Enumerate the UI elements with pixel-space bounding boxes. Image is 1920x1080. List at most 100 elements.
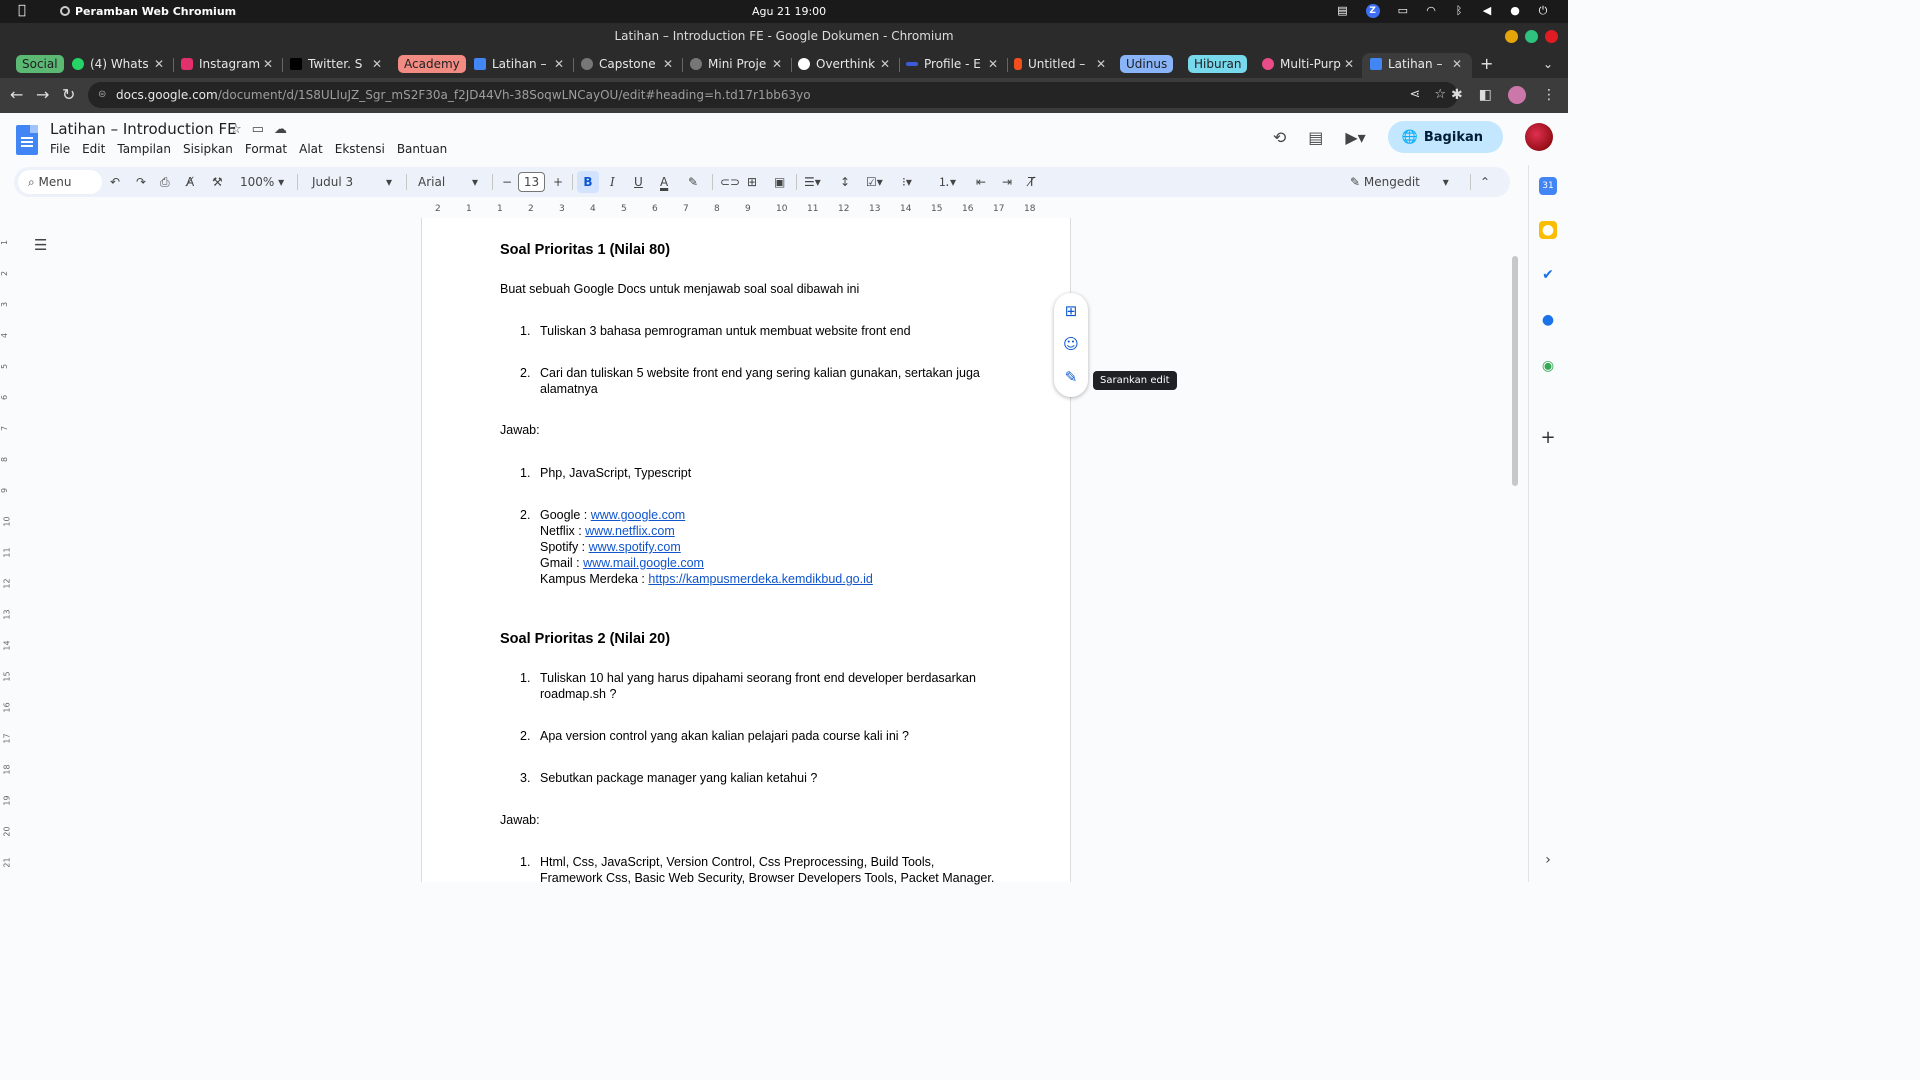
increase-indent-icon[interactable]: ⇥ [1002,167,1012,197]
keep-icon[interactable]: ● [1539,221,1557,239]
site-link[interactable]: https://kampusmerdeka.kemdikbud.go.id [648,572,872,586]
paint-format-icon[interactable]: ⚒ [212,167,223,197]
menu-help[interactable]: Bantuan [397,142,447,156]
site-link[interactable]: www.spotify.com [589,540,681,554]
zoom-icon[interactable]: Z [1365,4,1380,18]
horizontal-ruler[interactable]: 2 1 1 2 3 4 5 6 7 8 9 10 11 12 13 14 15 16 17 18 [421,204,1071,218]
menu-search[interactable]: ⌕ Menu [18,170,102,194]
tab-group-hiburan[interactable]: Hiburan [1188,55,1248,73]
bookmark-star-icon[interactable]: ☆ [1434,82,1446,108]
cloud-status-icon[interactable]: ☁ [274,122,287,137]
docs-logo-icon[interactable] [16,125,38,155]
collapse-menu-icon[interactable]: ⌃ [1480,167,1490,197]
tab-twitter[interactable]: Twitter. S ✕ [290,53,386,75]
site-info-icon[interactable]: ⊜ [98,82,106,108]
volume-icon[interactable]: ◀ [1482,4,1492,18]
answer-label[interactable]: Jawab: [500,423,540,437]
font-size-input[interactable]: 13 [518,172,545,192]
menu-extensions[interactable]: Ekstensi [335,142,385,156]
clock[interactable]: Agu 21 19:00 [752,5,826,18]
increase-font-size-icon[interactable]: + [553,167,563,197]
site-link[interactable]: www.netflix.com [585,524,675,538]
close-icon[interactable]: ✕ [772,53,782,75]
profile-avatar[interactable] [1508,86,1526,104]
link-icon[interactable]: ⊂⊃ [720,167,740,197]
tab-group-social[interactable]: Social [16,55,64,73]
tab-group-academy[interactable]: Academy [398,55,466,73]
heading-priority-2[interactable]: Soal Prioritas 2 (Nilai 20) [500,631,670,647]
close-icon[interactable]: ✕ [988,53,998,75]
zoom-select[interactable]: 100% ▾ [240,167,284,197]
add-comment-icon[interactable]: ⊞ [747,167,757,197]
share-icon[interactable]: ⋖ [1409,82,1420,108]
tab-profile[interactable]: Profile - E ✕ [906,53,1002,75]
extensions-icon[interactable]: ✱ [1451,87,1463,103]
editing-mode-select[interactable]: ✎ Mengedit ▾ [1350,167,1449,197]
active-app-name[interactable]: Peramban Web Chromium [60,5,236,18]
tab-capstone[interactable]: Capstone ✕ [581,53,677,75]
menu-format[interactable]: Format [245,142,287,156]
move-folder-icon[interactable]: ▭ [252,122,264,137]
new-tab-button[interactable]: + [1480,53,1493,75]
menu-view[interactable]: Tampilan [117,142,171,156]
tab-search-icon[interactable]: ⌄ [1543,53,1553,75]
close-icon[interactable]: ✕ [372,53,382,75]
mic-icon[interactable]: ● [1510,4,1520,18]
tab-untitled-figma[interactable]: Untitled – ✕ [1014,53,1110,75]
paragraph-style-select[interactable]: Judul 3 [312,167,353,197]
spellcheck-icon[interactable]: A̸ [186,167,194,197]
chevron-down-icon[interactable]: ▾ [472,167,478,197]
calendar-icon[interactable]: 31 [1539,177,1557,195]
comments-icon[interactable]: ▤ [1308,128,1323,147]
numbered-list-icon[interactable]: ⒈▾ [938,167,956,197]
tab-overthink[interactable]: Overthink ✕ [798,53,894,75]
contacts-icon[interactable]: ● [1539,311,1557,329]
add-addon-icon[interactable]: + [1539,429,1557,447]
address-bar[interactable]: ⊜ docs.google.com/document/d/1S8ULIuJZ_S… [88,82,1458,108]
underline-button[interactable]: U [634,167,643,197]
bold-button[interactable]: B [577,171,599,193]
close-icon[interactable]: ✕ [880,53,890,75]
heading-priority-1[interactable]: Soal Prioritas 1 (Nilai 80) [500,242,670,258]
close-icon[interactable]: ✕ [154,53,164,75]
align-icon[interactable]: ☰▾ [804,167,821,197]
insert-image-icon[interactable]: ▣ [774,167,785,197]
decrease-indent-icon[interactable]: ⇤ [976,167,986,197]
document-page[interactable]: Soal Prioritas 1 (Nilai 80) Buat sebuah … [421,218,1071,885]
minimize-button[interactable] [1505,30,1518,43]
menu-tools[interactable]: Alat [299,142,323,156]
menu-insert[interactable]: Sisipkan [183,142,233,156]
meet-icon[interactable]: ▶▾ [1345,128,1365,147]
text-color-icon[interactable]: A [660,167,668,197]
bulleted-list-icon[interactable]: ⁝▾ [902,167,912,197]
forward-icon[interactable]: → [36,85,49,104]
site-link[interactable]: www.mail.google.com [583,556,704,570]
highlight-icon[interactable]: ✎ [688,167,698,197]
share-button[interactable]: 🌐 Bagikan [1387,121,1503,153]
close-icon[interactable]: ✕ [263,53,273,75]
menu-edit[interactable]: Edit [82,142,105,156]
checklist-icon[interactable]: ☑▾ [866,167,883,197]
close-icon[interactable]: ✕ [554,53,564,75]
maximize-button[interactable] [1525,30,1538,43]
vertical-ruler[interactable]: 1 2 3 4 5 6 7 8 9 10 11 12 13 14 15 16 17 18 19 20 21 [0,218,14,882]
intro-paragraph[interactable]: Buat sebuah Google Docs untuk menjawab s… [500,282,859,296]
add-comment-icon[interactable]: ⊞ [1062,302,1080,320]
side-panel-icon[interactable]: ◧ [1479,87,1492,103]
tab-multi-purpose[interactable]: Multi-Purp ✕ [1262,53,1358,75]
account-avatar[interactable] [1525,123,1553,151]
tab-whatsapp[interactable]: (4) Whats ✕ [72,53,168,75]
document-outline-icon[interactable]: ☰ [34,236,47,254]
print-icon[interactable]: ⎙ [160,167,170,197]
tab-latihan-active[interactable]: Latihan – ✕ [1362,53,1472,78]
version-history-icon[interactable]: ⟲ [1273,128,1286,147]
maps-icon[interactable]: ◉ [1539,357,1557,375]
italic-button[interactable]: I [610,167,615,197]
decrease-font-size-icon[interactable]: − [502,167,512,197]
undo-icon[interactable]: ↶ [110,167,120,197]
site-link[interactable]: www.google.com [591,508,686,522]
document-title[interactable]: Latihan – Introduction FE [50,120,237,138]
answer-label[interactable]: Jawab: [500,813,540,827]
reload-icon[interactable]: ↻ [62,85,75,104]
tab-latihan[interactable]: Latihan – ✕ [474,53,568,75]
